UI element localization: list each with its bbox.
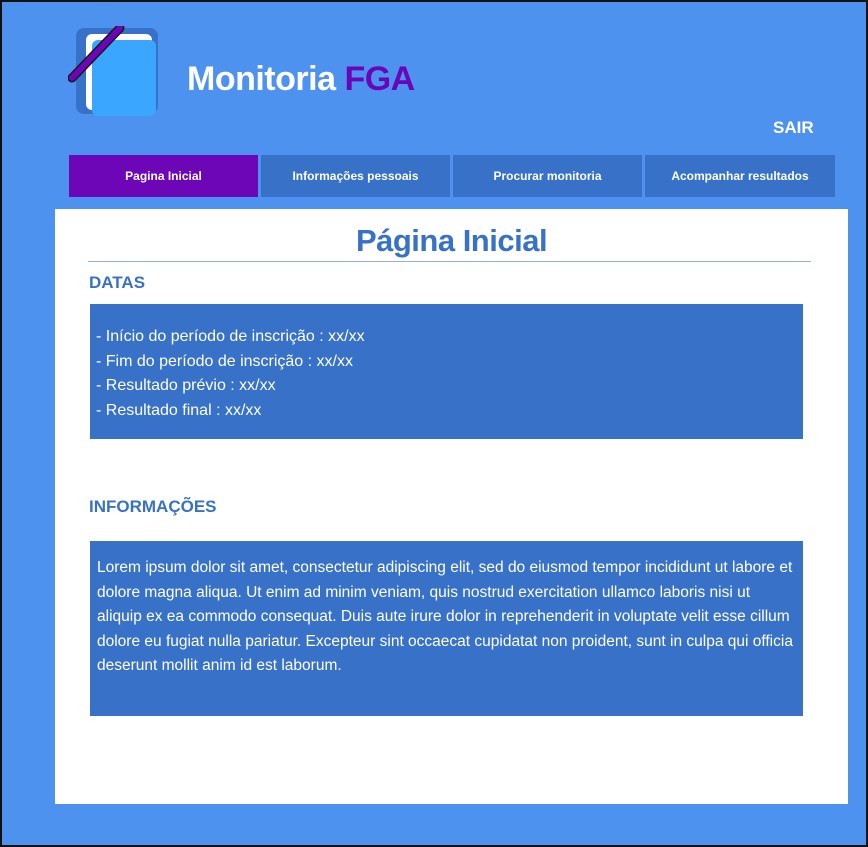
brand-accent: FGA <box>344 60 415 98</box>
tab-acompanhar-resultados[interactable]: Acompanhar resultados <box>645 155 835 197</box>
info-heading: INFORMAÇÕES <box>89 497 217 516</box>
dates-box: - Início do período de inscrição : xx/xx… <box>90 304 803 439</box>
notebook-pen-icon <box>67 23 162 120</box>
title-divider <box>88 261 811 262</box>
date-item-registration-start: - Início do período de inscrição : xx/xx <box>96 328 365 345</box>
tab-procurar-monitoria[interactable]: Procurar monitoria <box>453 155 642 197</box>
app-frame: Monitoria FGA SAIR Pagina Inicial Inform… <box>2 2 866 845</box>
dates-heading: DATAS <box>89 273 146 292</box>
brand-name: Monitoria <box>187 60 336 98</box>
tab-informacoes-pessoais[interactable]: Informações pessoais <box>261 155 450 197</box>
info-box: Lorem ipsum dolor sit amet, consectetur … <box>90 541 803 716</box>
info-text: Lorem ipsum dolor sit amet, consectetur … <box>97 559 793 674</box>
app-brand: Monitoria FGA <box>187 60 415 99</box>
date-item-final-result: - Resultado final : xx/xx <box>96 401 262 419</box>
content-card: Página Inicial DATAS - Início do período… <box>55 209 848 804</box>
main-nav: Pagina Inicial Informações pessoais Proc… <box>69 155 835 197</box>
logout-link[interactable]: SAIR <box>773 118 814 138</box>
tab-pagina-inicial[interactable]: Pagina Inicial <box>69 155 258 197</box>
date-item-preliminary-result: - Resultado prévio : xx/xx <box>96 377 276 394</box>
page-title: Página Inicial <box>355 223 548 258</box>
date-item-registration-end: - Fim do período de inscrição : xx/xx <box>96 352 353 370</box>
